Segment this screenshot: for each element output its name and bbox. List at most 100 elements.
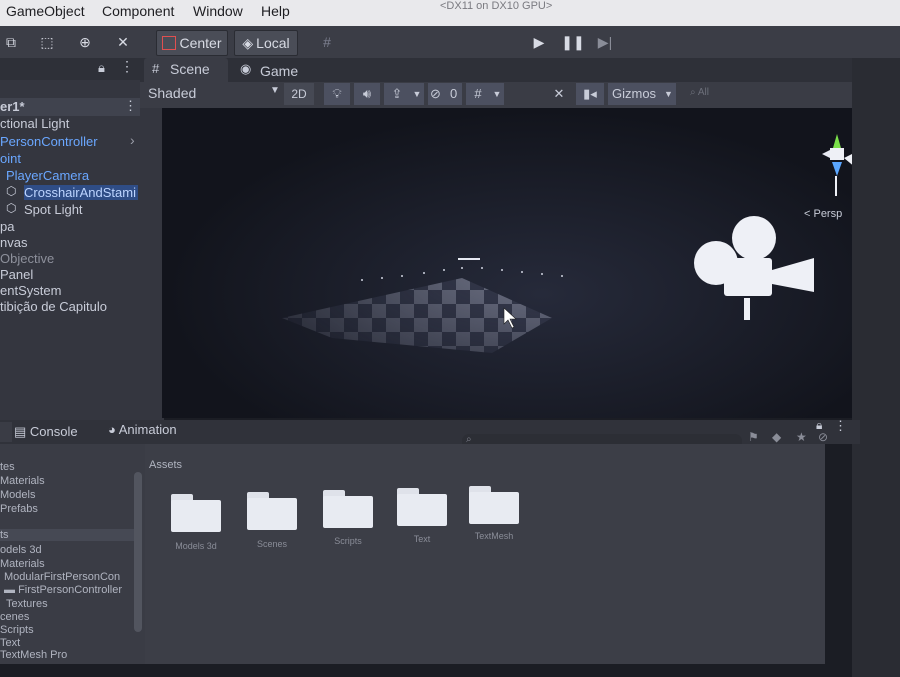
hidden-count: 0 <box>450 86 458 101</box>
shading-mode-dropdown[interactable]: Shaded ▼ <box>146 83 280 105</box>
folder-icon[interactable] <box>171 494 221 532</box>
hierarchy-item[interactable]: oint <box>0 151 21 166</box>
hierarchy-item[interactable]: ctional Light <box>0 116 69 131</box>
hierarchy-item[interactable]: Objective <box>0 251 54 266</box>
tree-item[interactable]: Prefabs <box>0 503 38 515</box>
audio-toggle-icon[interactable]: 🔊︎ <box>354 83 380 105</box>
favorite-icon[interactable]: ★ <box>796 430 807 444</box>
projection-label[interactable]: < Persp <box>804 208 842 220</box>
hierarchy-item[interactable]: PersonController <box>0 134 98 149</box>
hierarchy-item[interactable]: nvas <box>0 235 27 250</box>
tree-item[interactable]: Scripts <box>0 624 34 636</box>
hierarchy-item[interactable]: pa <box>0 219 14 234</box>
hierarchy-item[interactable]: Panel <box>0 267 33 282</box>
grid-dropdown-icon[interactable]: ▼ <box>490 83 504 105</box>
search-scene-input[interactable]: ⌕ All <box>690 87 709 98</box>
scene-dots <box>361 258 563 281</box>
globe-tool-icon[interactable]: ⊕ <box>74 30 96 54</box>
main-toolbar: ⧉ ⬚ ⊕ ✕ Center ◈ Local # ▶ ❚❚ ▶| <box>0 26 900 58</box>
scene-viewport[interactable]: < Persp <box>162 108 852 418</box>
tree-item[interactable]: ModularFirstPersonCon <box>4 571 120 583</box>
tree-item[interactable]: ▬ FirstPersonController <box>4 584 122 596</box>
pause-button[interactable]: ❚❚ <box>561 30 585 54</box>
scene-toolbar: Shaded ▼ 2D 💡︎ 🔊︎ ⇪ ▼ ⊘ 0 # ▼ ✕ ▮◂ Gizmo… <box>140 82 890 108</box>
camera-gizmo-icon <box>694 216 814 320</box>
grid-toggle-icon[interactable]: # <box>466 83 490 105</box>
effects-toggle-icon[interactable]: ⇪ <box>384 83 410 105</box>
folder-icon[interactable] <box>247 492 297 530</box>
gameobject-icon: ⬡ <box>6 201 17 215</box>
folder-icon[interactable] <box>397 488 447 526</box>
toggle-2d-button[interactable]: 2D <box>284 83 314 105</box>
menu-help[interactable]: Help <box>261 3 290 19</box>
camera-settings-icon[interactable]: ▮◂ <box>576 83 604 105</box>
tree-item[interactable]: odels 3d <box>0 544 42 556</box>
menu-window[interactable]: Window <box>193 3 243 19</box>
pivot-icon <box>162 36 177 50</box>
chevron-down-icon: ▼ <box>664 89 673 99</box>
menu-component[interactable]: Component <box>102 3 174 19</box>
hierarchy-item[interactable]: entSystem <box>0 283 61 298</box>
tree-item[interactable]: Materials <box>0 558 45 570</box>
hidden-objects-toggle[interactable]: ⊘ 0 <box>428 83 462 105</box>
project-tree: tes Materials Models Prefabs ts odels 3d… <box>0 444 145 664</box>
scene-render <box>282 216 814 353</box>
expand-arrow-icon[interactable]: › <box>130 132 135 148</box>
hierarchy-item[interactable]: PlayerCamera <box>6 168 89 183</box>
hidden-packages-icon[interactable]: ⊘ <box>818 430 828 444</box>
filter-by-label-icon[interactable]: ◆ <box>772 430 781 444</box>
pivot-center-button[interactable]: Center <box>156 30 228 56</box>
folder-icon[interactable] <box>323 490 373 528</box>
more-options-icon[interactable]: ⋮ <box>834 418 847 434</box>
tab-game-label: Game <box>260 63 299 79</box>
tree-item[interactable]: Materials <box>0 475 45 487</box>
orientation-gizmo-icon[interactable] <box>802 128 852 218</box>
grid-snap-icon[interactable]: # <box>316 30 338 54</box>
pause-icon: ❚❚ <box>561 33 585 50</box>
custom-tool-icon[interactable]: ✕ <box>112 30 134 54</box>
hierarchy-item[interactable]: tibição de Capitulo <box>0 299 107 314</box>
rect-tool-icon[interactable]: ⧉ <box>0 30 22 54</box>
tree-item[interactable]: Text <box>0 637 20 649</box>
tab-game[interactable]: ◉ Game <box>238 58 318 82</box>
tab-console[interactable]: ▤ Console <box>14 424 78 440</box>
folder-label: Scripts <box>334 536 362 546</box>
tree-item[interactable]: Models <box>0 489 35 501</box>
lock-icon[interactable]: 🔒︎ <box>98 60 105 76</box>
transform-tool-icon[interactable]: ⬚ <box>36 30 58 54</box>
project-tab-stub[interactable] <box>0 422 12 442</box>
gizmos-dropdown[interactable]: Gizmos ▼ <box>608 83 676 105</box>
game-tab-icon: ◉ <box>240 61 252 76</box>
tree-item[interactable]: tes <box>0 461 15 473</box>
step-button[interactable]: ▶| <box>594 30 616 54</box>
tree-item[interactable]: TextMesh Pro <box>0 649 67 661</box>
search-placeholder: All <box>697 87 709 98</box>
scene-menu-icon[interactable]: ⋮ <box>124 98 137 114</box>
tree-scrollbar[interactable] <box>134 472 142 632</box>
search-icon: ⌕ <box>690 87 696 98</box>
assets-panel: Assets Models 3d Scenes Scripts Text Tex… <box>145 444 825 664</box>
pivot-space-button[interactable]: ◈ Local <box>234 30 298 56</box>
tree-item[interactable]: Textures <box>6 598 48 610</box>
hierarchy-item[interactable]: Spot Light <box>24 202 83 217</box>
menu-bar: GameObject Component Window Help <DX11 o… <box>0 0 900 26</box>
folder-icon[interactable] <box>469 486 519 524</box>
hierarchy-panel: 🔒︎ ⋮ er1* ⋮ ctional Light PersonControll… <box>0 58 164 420</box>
menu-gameobject[interactable]: GameObject <box>6 3 85 19</box>
console-icon: ▤ <box>14 424 27 439</box>
tab-animation[interactable]: ◕ Animation <box>108 422 177 437</box>
hierarchy-item-selected[interactable]: CrosshairAndStami <box>24 185 138 200</box>
effects-dropdown-icon[interactable]: ▼ <box>410 83 424 105</box>
tree-item[interactable]: ts <box>0 529 135 541</box>
window-title: <DX11 on DX10 GPU> <box>440 0 553 12</box>
more-options-icon[interactable]: ⋮ <box>120 58 134 75</box>
scene-header-row[interactable]: er1* ⋮ <box>0 98 140 116</box>
lighting-toggle-icon[interactable]: 💡︎ <box>324 83 350 105</box>
tab-scene[interactable]: # Scene <box>144 58 228 82</box>
tab-scene-label: Scene <box>170 61 210 77</box>
tools-icon[interactable]: ✕ <box>548 83 570 105</box>
shading-mode-label: Shaded <box>148 85 197 101</box>
play-button[interactable]: ▶ <box>528 30 550 54</box>
tree-item[interactable]: cenes <box>0 611 29 623</box>
filter-by-type-icon[interactable]: ⚑ <box>748 430 759 444</box>
